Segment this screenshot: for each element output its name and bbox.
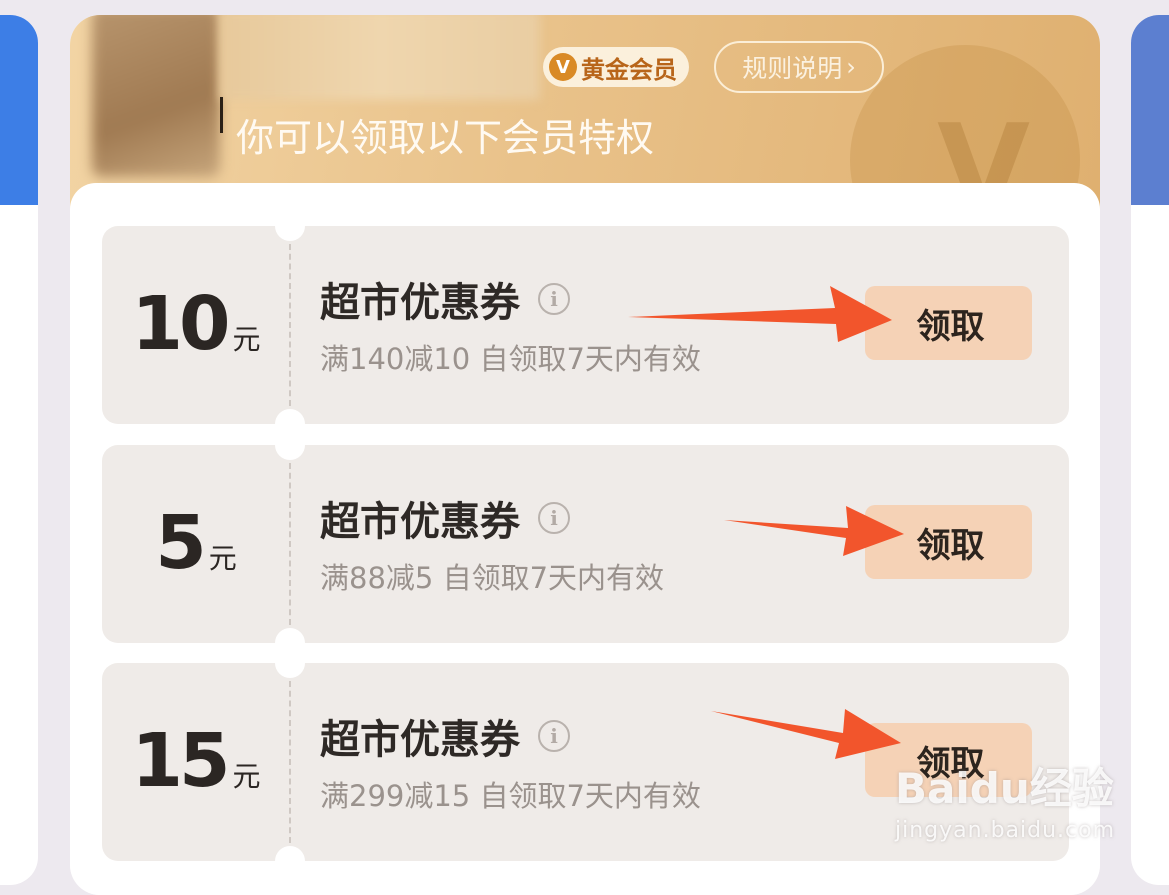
coupon-amount-value: 15 (131, 718, 231, 804)
coupon-amount-value: 5 (155, 500, 206, 586)
coupon-title-text: 超市优惠券 (320, 280, 520, 326)
ticket-notch (275, 430, 305, 460)
gold-member-badge: V 黄金会员 (543, 47, 689, 87)
coupon-amount-unit: 元 (208, 542, 237, 575)
baidu-jingyan-watermark: Baidu经验 jingyan.baidu.com (895, 755, 1125, 843)
info-icon[interactable]: i (538, 502, 570, 534)
previous-card-header (0, 15, 38, 205)
annotation-arrow-icon (724, 506, 904, 556)
watermark-logo: Baidu经验 (895, 764, 1114, 813)
username-blurred (220, 15, 540, 100)
coupon-title: 超市优惠券 i (320, 270, 570, 328)
info-icon[interactable]: i (538, 720, 570, 752)
watermark-url: jingyan.baidu.com (895, 818, 1116, 843)
coupon-amount-unit: 元 (232, 760, 261, 793)
coupon-description: 满299减15 自领取7天内有效 (320, 779, 701, 813)
annotation-arrow-icon (711, 709, 901, 759)
rules-button-label: 规则说明 (742, 54, 843, 83)
coupon-title-text: 超市优惠券 (320, 717, 520, 763)
page: { "header": { "member_badge_icon": "V", … (0, 0, 1169, 895)
coupon-item: 10 元 超市优惠券 i 满140减10 自领取7天内有效 领取 (102, 211, 1069, 439)
next-card[interactable] (1131, 15, 1169, 885)
coupon-description: 满88减5 自领取7天内有效 (320, 561, 665, 595)
avatar (92, 15, 220, 177)
coupon-amount: 10 元 (102, 281, 290, 367)
member-badge-label: 黄金会员 (581, 55, 677, 84)
info-icon[interactable]: i (538, 283, 570, 315)
coupon-title: 超市优惠券 i (320, 707, 570, 765)
ticket-notch (275, 846, 305, 876)
ticket-notch (275, 648, 305, 678)
previous-card[interactable] (0, 15, 38, 885)
rules-button[interactable]: 规则说明 › (714, 41, 884, 93)
vip-icon: V (549, 53, 577, 81)
page-subtitle: 你可以领取以下会员特权 (236, 116, 655, 160)
ticket-notch (275, 211, 305, 241)
next-card-header (1131, 15, 1169, 205)
annotation-arrow-icon (628, 286, 892, 342)
coupon-amount-unit: 元 (232, 323, 261, 356)
coupon-title: 超市优惠券 i (320, 489, 570, 547)
coupon-amount: 15 元 (102, 718, 290, 804)
coupon-amount-value: 10 (131, 281, 231, 367)
coupon-amount: 5元 (102, 500, 290, 586)
coupon-title-text: 超市优惠券 (320, 499, 520, 545)
text-cursor (220, 97, 223, 133)
coupon-item: 5元 超市优惠券 i 满88减5 自领取7天内有效 领取 (102, 430, 1069, 658)
chevron-right-icon: › (846, 53, 856, 81)
